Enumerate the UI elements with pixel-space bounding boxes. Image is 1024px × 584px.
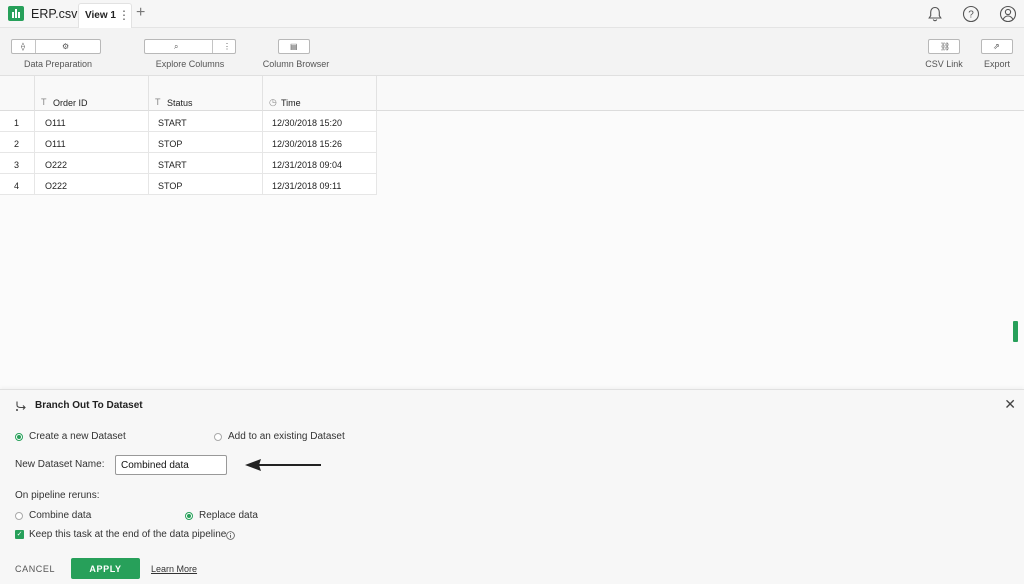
explore-columns-button[interactable]: ⌕ ⋮ [144, 39, 236, 54]
more-options-icon[interactable]: ⋮ [223, 42, 231, 51]
column-browser-button[interactable]: ▤ [278, 39, 310, 54]
text-type-icon: T [155, 97, 161, 107]
bell-icon[interactable] [926, 5, 944, 23]
file-name: ERP.csv [31, 7, 78, 21]
data-preparation-label: Data Preparation [23, 59, 93, 69]
cell-time[interactable]: 12/31/2018 09:04 [263, 153, 377, 174]
cell-order-id[interactable]: O222 [35, 153, 149, 174]
csv-link-label: CSV Link [925, 59, 963, 69]
user-avatar-icon[interactable] [999, 5, 1017, 23]
pipeline-icon: ⟠ [21, 42, 25, 51]
row-number-header [0, 76, 35, 111]
cell-status[interactable]: STOP [149, 174, 263, 195]
cell-time[interactable]: 12/30/2018 15:20 [263, 111, 377, 132]
learn-more-link[interactable]: Learn More [151, 564, 197, 574]
explore-icon: ⌕ [174, 42, 179, 51]
cell-order-id[interactable]: O222 [35, 174, 149, 195]
wand-icon: ⚙ [62, 42, 70, 51]
row-number: 4 [0, 174, 35, 195]
pipeline-reruns-label: On pipeline reruns: [15, 490, 100, 501]
dataset-name-label: New Dataset Name: [15, 459, 105, 470]
add-existing-dataset-label: Add to an existing Dataset [228, 431, 345, 442]
tab-label: View 1 [85, 10, 116, 21]
export-button[interactable]: ⇗ [981, 39, 1013, 54]
add-existing-dataset-radio[interactable] [214, 433, 222, 441]
export-label: Export [983, 59, 1010, 69]
scrollbar-handle[interactable] [1013, 321, 1018, 342]
data-preparation-button[interactable]: ⟠ ⚙ [11, 39, 101, 54]
row-number: 3 [0, 153, 35, 174]
cell-order-id[interactable]: O111 [35, 132, 149, 153]
app-logo-icon [8, 6, 24, 21]
clock-icon: ◷ [269, 97, 277, 107]
column-header-time[interactable]: ◷ Time [263, 76, 377, 111]
svg-text:?: ? [968, 10, 974, 21]
column-header-status[interactable]: T Status [149, 76, 263, 111]
tab-menu-icon[interactable]: ⋮ [118, 8, 130, 22]
cell-status[interactable]: START [149, 111, 263, 132]
column-browser-label: Column Browser [262, 59, 330, 69]
info-icon[interactable] [226, 531, 235, 540]
explore-columns-label: Explore Columns [155, 59, 225, 69]
cell-status[interactable]: START [149, 153, 263, 174]
row-number: 2 [0, 132, 35, 153]
row-number: 1 [0, 111, 35, 132]
create-new-dataset-label: Create a new Dataset [29, 431, 126, 442]
keep-task-label: Keep this task at the end of the data pi… [29, 529, 227, 540]
arrow-annotation-icon [245, 459, 321, 471]
dataset-name-input[interactable] [115, 455, 227, 475]
branch-icon [16, 401, 26, 411]
combine-data-radio[interactable] [15, 512, 23, 520]
top-bar: ERP.csv View 1 ⋮ + ? [0, 0, 1024, 28]
combine-data-label: Combine data [29, 510, 92, 521]
export-icon: ⇗ [993, 42, 1000, 51]
cell-status[interactable]: STOP [149, 132, 263, 153]
close-icon[interactable]: ✕ [1004, 396, 1016, 413]
toolbar: ⟠ ⚙ Data Preparation ⌕ ⋮ Explore Columns… [0, 28, 1024, 76]
cell-time[interactable]: 12/30/2018 15:26 [263, 132, 377, 153]
text-type-icon: T [41, 97, 47, 107]
link-icon: ⛓ [940, 42, 951, 51]
cell-time[interactable]: 12/31/2018 09:11 [263, 174, 377, 195]
branch-out-panel: Branch Out To Dataset ✕ Create a new Dat… [0, 389, 1024, 584]
replace-data-radio[interactable] [185, 512, 193, 520]
panel-title: Branch Out To Dataset [35, 400, 143, 411]
create-new-dataset-radio[interactable] [15, 433, 23, 441]
column-header-order-id[interactable]: T Order ID [35, 76, 149, 111]
cancel-button[interactable]: CANCEL [15, 564, 55, 574]
add-view-icon[interactable]: + [136, 4, 145, 22]
apply-button[interactable]: APPLY [71, 558, 140, 579]
replace-data-label: Replace data [199, 510, 258, 521]
csv-link-button[interactable]: ⛓ [928, 39, 960, 54]
columns-icon: ▤ [290, 42, 298, 51]
help-icon[interactable]: ? [962, 5, 980, 23]
tab-view-1[interactable]: View 1 ⋮ [78, 3, 132, 28]
cell-order-id[interactable]: O111 [35, 111, 149, 132]
keep-task-checkbox[interactable]: ✓ [15, 530, 24, 539]
